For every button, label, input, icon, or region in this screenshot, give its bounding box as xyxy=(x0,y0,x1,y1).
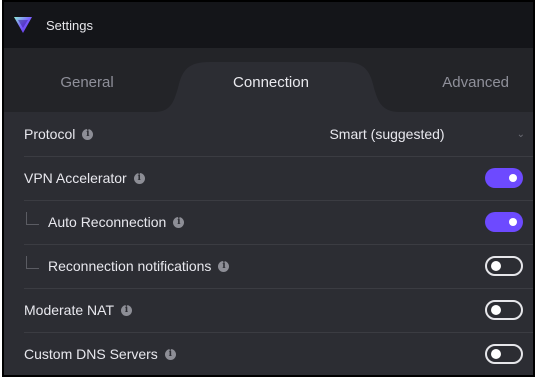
moderate-nat-label-group: Moderate NAT i xyxy=(24,302,132,318)
info-icon[interactable]: i xyxy=(218,260,230,272)
connection-settings-panel: Protocol i Smart (suggested) ⌄ VPN Accel… xyxy=(4,112,533,375)
protocol-select[interactable]: Smart (suggested) ⌄ xyxy=(329,126,525,142)
custom-dns-label-group: Custom DNS Servers i xyxy=(24,346,176,362)
chevron-down-icon: ⌄ xyxy=(516,128,525,140)
info-icon[interactable]: i xyxy=(133,172,145,184)
sub-setting-connector xyxy=(26,255,39,269)
vpn-accelerator-label: VPN Accelerator xyxy=(24,170,127,186)
info-icon[interactable]: i xyxy=(164,348,176,360)
info-icon[interactable]: i xyxy=(121,304,132,316)
info-icon[interactable]: i xyxy=(173,216,185,228)
reconnection-notifications-label: Reconnection notifications xyxy=(48,258,212,274)
vpn-accelerator-toggle[interactable] xyxy=(485,168,523,188)
custom-dns-label: Custom DNS Servers xyxy=(24,346,158,362)
sub-setting-connector xyxy=(26,211,39,225)
moderate-nat-label: Moderate NAT xyxy=(24,302,114,318)
proton-vpn-logo-icon xyxy=(8,10,38,40)
reconnection-notifications-label-group: Reconnection notifications i xyxy=(24,255,230,274)
reconnection-notifications-toggle[interactable] xyxy=(485,256,523,276)
custom-dns-row: Custom DNS Servers i xyxy=(24,332,533,375)
auto-reconnection-label: Auto Reconnection xyxy=(48,214,167,230)
custom-dns-toggle[interactable] xyxy=(485,344,523,364)
reconnection-notifications-row: Reconnection notifications i xyxy=(24,244,533,289)
auto-reconnection-toggle[interactable] xyxy=(485,212,523,232)
info-icon[interactable]: i xyxy=(82,128,94,140)
title-bar: Settings xyxy=(4,2,533,48)
auto-reconnection-row: Auto Reconnection i xyxy=(24,200,533,245)
vpn-accelerator-label-group: VPN Accelerator i xyxy=(24,170,145,186)
moderate-nat-row: Moderate NAT i xyxy=(24,288,533,333)
protocol-value: Smart (suggested) xyxy=(329,126,445,142)
auto-reconnection-label-group: Auto Reconnection i xyxy=(24,211,185,230)
vpn-accelerator-row: VPN Accelerator i xyxy=(24,156,533,201)
protocol-label: Protocol xyxy=(24,126,76,142)
protocol-label-group: Protocol i xyxy=(24,126,94,142)
moderate-nat-toggle[interactable] xyxy=(485,300,523,320)
tab-connection[interactable]: Connection xyxy=(172,62,370,102)
window-title: Settings xyxy=(46,17,93,33)
protocol-row: Protocol i Smart (suggested) ⌄ xyxy=(24,112,533,157)
settings-window: Settings General Connection Advanced Pro… xyxy=(2,0,535,377)
tab-bar: General Connection Advanced xyxy=(4,48,533,112)
tab-general[interactable]: General xyxy=(4,62,170,102)
tab-advanced[interactable]: Advanced xyxy=(374,62,533,102)
